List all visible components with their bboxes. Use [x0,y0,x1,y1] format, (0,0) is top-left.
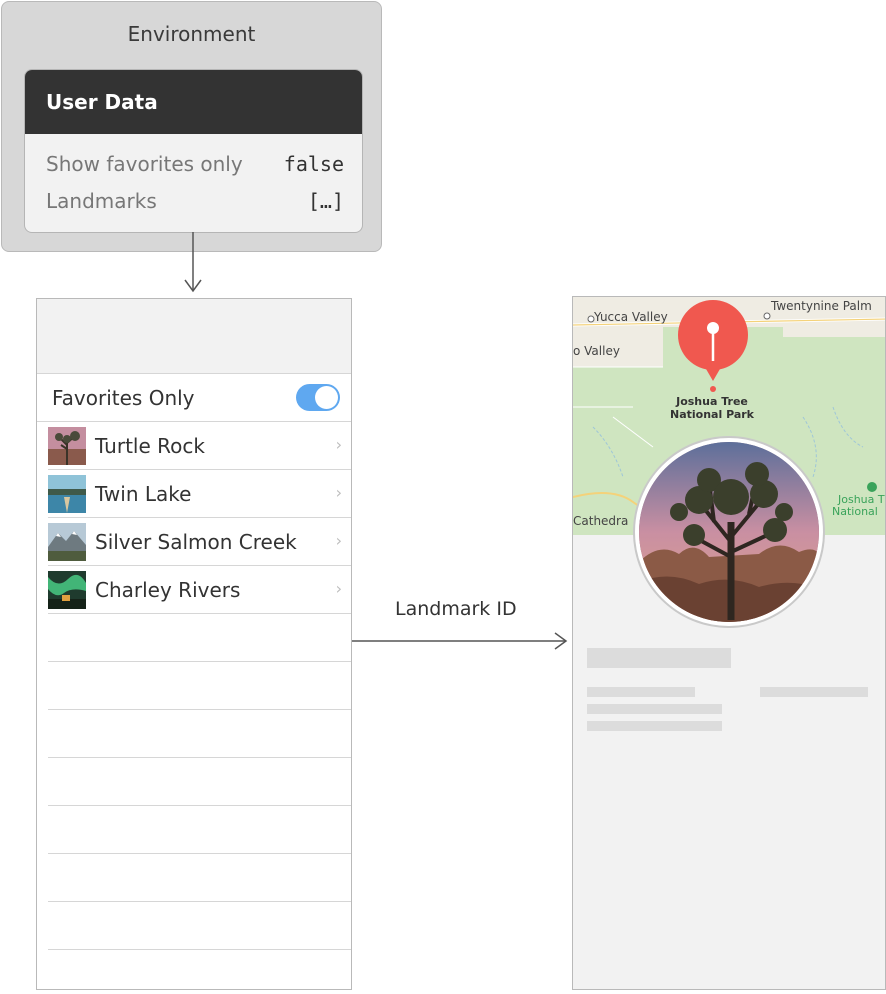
empty-row [48,854,351,902]
joshua-tree-image [639,442,819,622]
twin-lake-thumbnail [48,475,86,513]
list-item-name: Turtle Rock [95,434,205,458]
turtle-rock-thumbnail [48,427,86,465]
map-label-yucca-valley: Yucca Valley [594,310,668,324]
empty-row [48,662,351,710]
landmark-photo [635,438,823,626]
landmark-list-screen: Favorites Only Turtle Rock › Twin Lake ›… [36,298,352,990]
landmark-detail-screen: Yucca Valley Twentynine Palm o Valley Ca… [572,296,886,990]
toggle-knob [315,386,338,409]
empty-row [48,710,351,758]
empty-row [48,950,351,989]
map-label-national-right: National [832,505,878,518]
list-item-charley-rivers[interactable]: Charley Rivers › [48,566,351,614]
map-pin-label-line2: National Park [670,408,754,421]
map-label-valley: o Valley [573,344,620,358]
chevron-right-icon: › [335,579,342,598]
empty-row [48,758,351,806]
list-item-name: Twin Lake [95,482,192,506]
empty-row [48,614,351,662]
empty-row [48,902,351,950]
text-placeholder [760,687,868,697]
map-label-cathedral: Cathedra [573,514,629,528]
chevron-right-icon: › [335,483,342,502]
empty-row [48,806,351,854]
chevron-right-icon: › [335,531,342,550]
favorites-toggle-row: Favorites Only [37,374,351,422]
list-item-name: Silver Salmon Creek [95,530,297,554]
silver-salmon-creek-thumbnail [48,523,86,561]
landmark-id-label: Landmark ID [395,598,517,620]
title-placeholder [587,648,731,668]
chevron-right-icon: › [335,435,342,454]
favorites-toggle-label: Favorites Only [52,386,195,410]
list-item-twin-lake[interactable]: Twin Lake › [48,470,351,518]
map-label-twentynine-palms: Twentynine Palm [771,299,872,313]
list-item-name: Charley Rivers [95,578,241,602]
list-item-turtle-rock[interactable]: Turtle Rock › [48,422,351,470]
text-placeholder [587,704,722,714]
text-placeholder [587,687,695,697]
charley-rivers-thumbnail [48,571,86,609]
map-pin-label-line1: Joshua Tree [676,395,748,408]
favorites-toggle[interactable] [296,384,340,411]
text-placeholder [587,721,722,731]
map-pin-label: Joshua Tree National Park [662,395,762,421]
navigation-bar [37,299,351,374]
list-item-silver-salmon-creek[interactable]: Silver Salmon Creek › [48,518,351,566]
